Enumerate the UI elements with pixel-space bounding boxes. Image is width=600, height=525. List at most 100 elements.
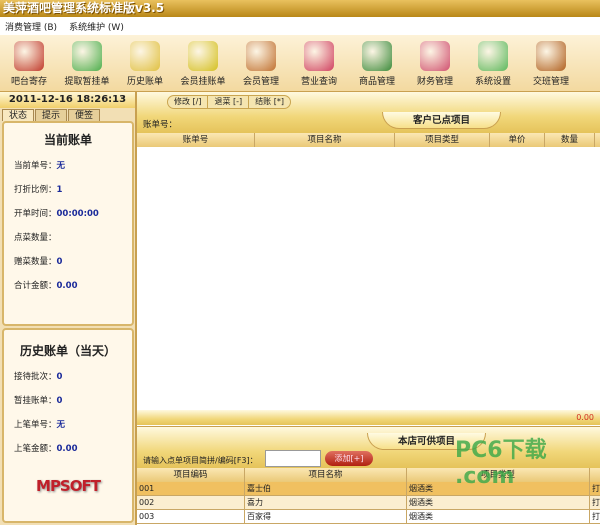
current-bill-panel: 当前账单 当前单号：无 打折比例：1 开单时间：00:00:00 点菜数量： 赠菜数量：… <box>2 121 134 326</box>
info-value: 1 <box>56 185 63 195</box>
cell-extra: 打 <box>592 498 600 507</box>
info-value: 0 <box>56 396 63 406</box>
col-item-name: 项目名称 <box>255 133 395 147</box>
add-cross-icon <box>72 41 102 71</box>
bill-number-label: 账单号： <box>143 120 178 130</box>
info-row: 赠菜数量：0 <box>4 250 132 274</box>
beer-bottle-icon <box>362 41 392 71</box>
order-total: 0.00 <box>137 410 600 425</box>
info-row: 开单时间：00:00:00 <box>4 202 132 226</box>
toolbar-label: 营业查询 <box>300 77 337 87</box>
ordered-items-title: 客户已点项目 <box>382 112 502 129</box>
toolbar-label: 吧台寄存 <box>10 77 47 87</box>
info-value: 无 <box>56 161 66 171</box>
window-title: 美萍酒吧管理系统标准版v3.5 <box>0 0 600 17</box>
gears-icon <box>478 41 508 71</box>
toolbar-button-3[interactable]: 会员挂账单 <box>174 35 232 91</box>
return-dish-button[interactable]: 退菜 [-] <box>208 96 250 108</box>
tab-tips[interactable]: 提示 <box>35 109 68 121</box>
calculator-icon <box>420 41 450 71</box>
cell-code: 003 <box>137 510 245 523</box>
col-qty: 数量 <box>545 133 595 147</box>
menu-system[interactable]: 系统维护 (W) <box>69 20 124 33</box>
info-label: 上笔金额： <box>14 444 57 454</box>
search-label: 请输入点单项目简拼/编码[F3]： <box>143 456 258 465</box>
info-value: 0.00 <box>56 444 78 454</box>
toolbar-button-1[interactable]: 提取暂挂单 <box>58 35 116 91</box>
col-bill-no: 账单号 <box>137 133 255 147</box>
modify-button[interactable]: 修改 [/] <box>168 96 209 108</box>
toolbar-button-8[interactable]: 系统设置 <box>464 35 522 91</box>
toolbar-label: 会员挂账单 <box>180 77 226 87</box>
col-name: 项目名称 <box>245 468 407 482</box>
ordered-table-header: 账单号 项目名称 项目类型 单价 数量 <box>137 133 600 147</box>
info-label: 接待批次： <box>14 372 57 382</box>
members-icon <box>246 41 276 71</box>
info-value: 0 <box>56 372 63 382</box>
history-bill-title: 历史账单（当天） <box>19 344 116 358</box>
toolbar-button-0[interactable]: 吧台寄存 <box>0 35 58 91</box>
order-actions: 修改 [/] 退菜 [-] 结账 [*] <box>167 95 291 109</box>
col-price: 单价 <box>490 133 545 147</box>
history-bill-panel: 历史账单（当天） 接待批次：0 暂挂账单：0 上笔单号：无 上笔金额：0.00 MPS… <box>2 328 134 523</box>
info-label: 点菜数量： <box>14 233 57 243</box>
ordered-items-list[interactable] <box>137 147 600 410</box>
info-value: 0 <box>56 257 63 267</box>
dollar-arrow-icon <box>188 41 218 71</box>
menu-bar: 消费管理 (B) 系统维护 (W) <box>0 17 600 35</box>
watermark: PC6下载 .com <box>455 438 547 489</box>
toolbar-button-9[interactable]: 交班管理 <box>522 35 580 91</box>
order-area: 修改 [/] 退菜 [-] 结账 [*] 账单号： 客户已点项目 账单号 项目名… <box>137 92 600 525</box>
add-button[interactable]: 添加[+] <box>325 451 373 466</box>
current-bill-title: 当前账单 <box>43 133 92 147</box>
toolbar: 吧台寄存 提取暂挂单 历史账单 会员挂账单 会员管理 营业查询 商品管理 财务管理 系统设置 交班… <box>0 35 600 92</box>
info-row: 上笔单号：无 <box>4 413 132 437</box>
datetime: 2011-12-16 18:26:13 <box>0 92 135 108</box>
exit-door-icon <box>536 41 566 71</box>
checkout-button[interactable]: 结账 [*] <box>249 96 290 108</box>
info-row: 合计金额：0.00 <box>4 274 132 298</box>
tab-notes[interactable]: 便签 <box>68 109 101 121</box>
toolbar-button-7[interactable]: 财务管理 <box>406 35 464 91</box>
toolbar-label: 会员管理 <box>242 77 279 87</box>
toolbar-button-5[interactable]: 营业查询 <box>290 35 348 91</box>
toolbar-button-4[interactable]: 会员管理 <box>232 35 290 91</box>
storage-box-icon <box>14 41 44 71</box>
toolbar-button-2[interactable]: 历史账单 <box>116 35 174 91</box>
info-label: 打折比例： <box>14 185 57 195</box>
toolbar-button-6[interactable]: 商品管理 <box>348 35 406 91</box>
menu-consumption[interactable]: 消费管理 (B) <box>5 20 57 33</box>
search-input[interactable] <box>265 450 321 467</box>
info-row: 暂挂账单：0 <box>4 389 132 413</box>
cell-name: 嘉士伯 <box>245 482 407 495</box>
catalog-row[interactable]: 003 百家得 烟酒类打 <box>137 510 600 524</box>
toolbar-label: 商品管理 <box>358 77 395 87</box>
cell-code: 001 <box>137 482 245 495</box>
info-row: 打折比例：1 <box>4 178 132 202</box>
cell-type: 烟酒类 <box>407 510 590 523</box>
toolbar-label: 提取暂挂单 <box>64 77 110 87</box>
query-icon <box>304 41 334 71</box>
cell-code: 002 <box>137 496 245 509</box>
cell-type: 烟酒类 <box>407 496 590 509</box>
catalog-row[interactable]: 002 喜力 烟酒类打 <box>137 496 600 510</box>
cell-extra: 打 <box>592 512 600 521</box>
toolbar-label: 财务管理 <box>416 77 453 87</box>
info-row: 当前单号：无 <box>4 154 132 178</box>
cell-name: 喜力 <box>245 496 407 509</box>
info-row: 上笔金额：0.00 <box>4 437 132 461</box>
mpsoft-logo: MPSOFT <box>36 477 101 495</box>
info-row: 接待批次：0 <box>4 365 132 389</box>
info-label: 赠菜数量： <box>14 257 57 267</box>
tab-status[interactable]: 状态 <box>2 109 35 121</box>
col-item-type: 项目类型 <box>395 133 490 147</box>
info-label: 合计金额： <box>14 281 57 291</box>
info-value: 无 <box>56 420 66 430</box>
col-code: 项目编码 <box>137 468 245 482</box>
clock-icon <box>130 41 160 71</box>
info-label: 当前单号： <box>14 161 57 171</box>
info-label: 开单时间： <box>14 209 57 219</box>
info-value: 00:00:00 <box>56 209 99 219</box>
cell-name: 百家得 <box>245 510 407 523</box>
info-value: 0.00 <box>56 281 78 291</box>
